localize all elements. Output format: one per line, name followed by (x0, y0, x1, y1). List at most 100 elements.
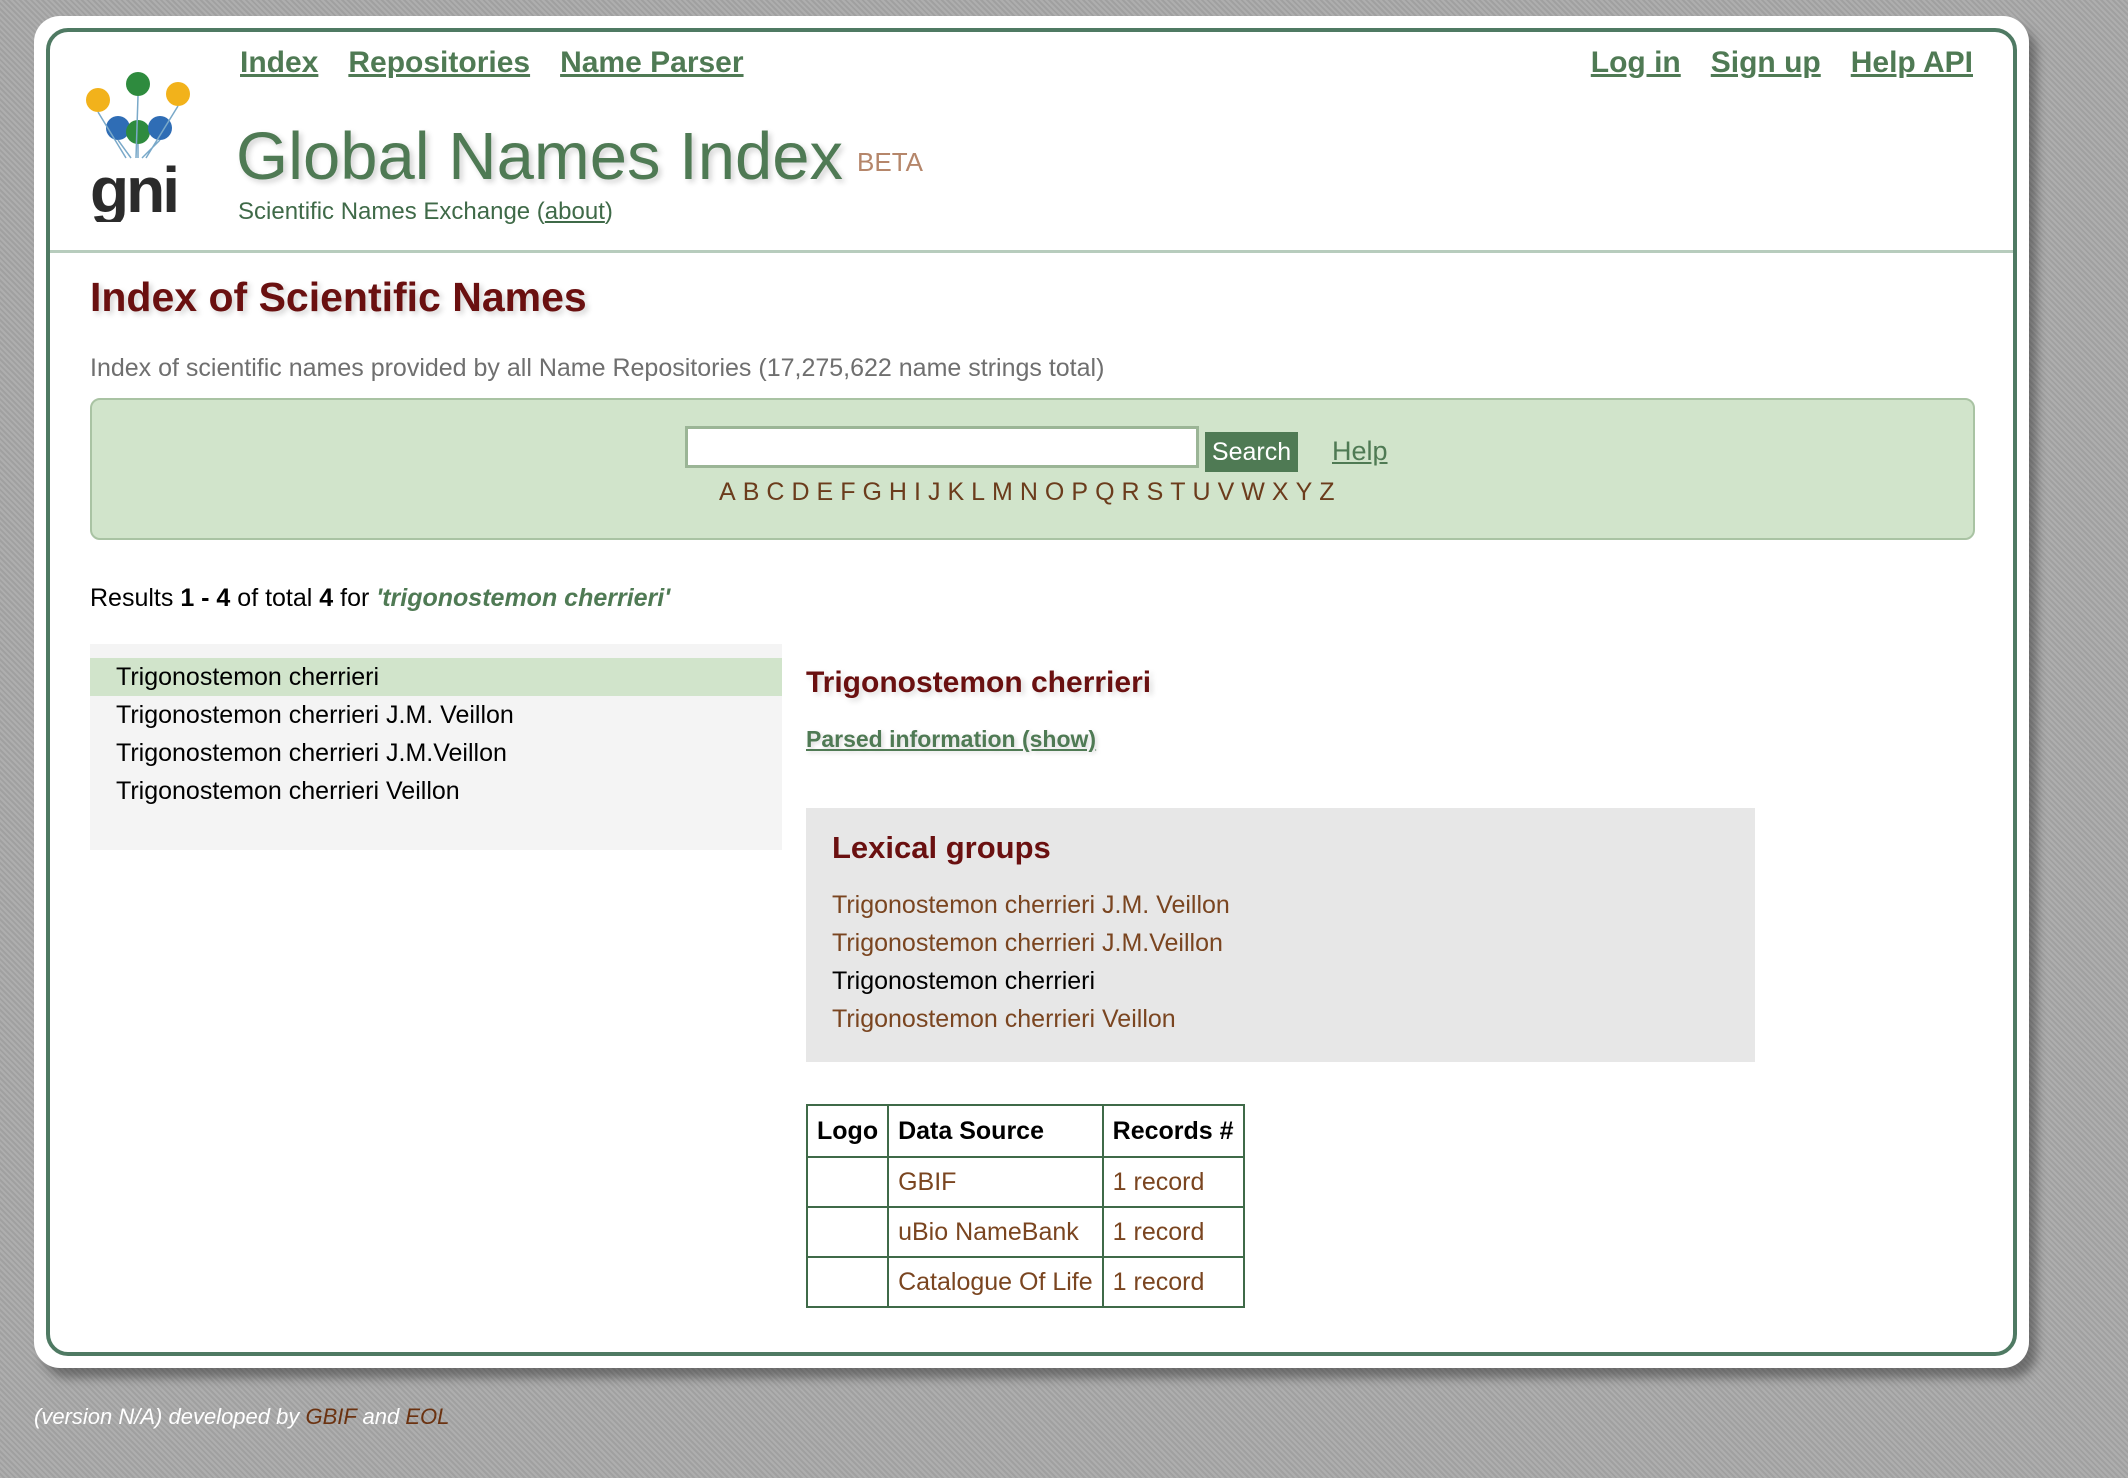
source-logo-cell (805, 1256, 890, 1308)
letter-link-o[interactable]: O (1045, 478, 1065, 506)
source-name-link[interactable]: GBIF (898, 1168, 956, 1196)
footer: (version N/A) developed by GBIF and EOL (34, 1404, 449, 1430)
site-title: Global Names Index BETA (236, 118, 923, 195)
letter-link-y[interactable]: Y (1296, 478, 1314, 506)
tagline: Scientific Names Exchange (about) (238, 198, 613, 226)
logo-dot-1 (86, 88, 110, 112)
logo-balloons (86, 72, 190, 159)
search-button[interactable]: Search (1205, 432, 1298, 472)
header-divider (50, 250, 2013, 253)
gni-logo[interactable]: gni (86, 72, 196, 222)
source-name-cell: uBio NameBank (887, 1206, 1104, 1258)
source-name-link[interactable]: Catalogue Of Life (898, 1268, 1093, 1296)
records-link[interactable]: 1 record (1113, 1168, 1205, 1196)
letter-link-k[interactable]: K (947, 478, 965, 506)
page-title: Index of Scientific Names (90, 274, 587, 320)
source-logo-cell (805, 1156, 890, 1208)
letter-link-v[interactable]: V (1218, 478, 1236, 506)
table-row: Catalogue Of Life 1 record (805, 1256, 1245, 1308)
name-list-item[interactable]: Trigonostemon cherrieri J.M.Veillon (90, 734, 782, 772)
source-name-link[interactable]: uBio NameBank (898, 1218, 1079, 1246)
records-cell: 1 record (1101, 1256, 1245, 1308)
letter-link-a[interactable]: A (719, 478, 737, 506)
letter-link-d[interactable]: D (791, 478, 810, 506)
nav-help-api[interactable]: Help API (1851, 46, 1973, 79)
lexical-group-item[interactable]: Trigonostemon cherrieri J.M. Veillon (832, 886, 1230, 924)
col-logo: Logo (805, 1104, 890, 1158)
letter-link-q[interactable]: Q (1095, 478, 1115, 506)
name-list-item[interactable]: Trigonostemon cherrieri J.M. Veillon (90, 696, 782, 734)
letter-link-p[interactable]: P (1071, 478, 1089, 506)
letter-link-s[interactable]: S (1147, 478, 1165, 506)
primary-nav: Index Repositories Name Parser (240, 46, 774, 80)
name-list-item[interactable]: Trigonostemon cherrieri (90, 658, 782, 696)
source-name-cell: GBIF (887, 1156, 1104, 1208)
lexical-groups-title: Lexical groups (832, 830, 1051, 865)
results-for: for (333, 584, 377, 612)
letter-link-c[interactable]: C (766, 478, 785, 506)
footer-and: and (356, 1404, 406, 1429)
letter-link-z[interactable]: Z (1319, 478, 1335, 506)
letter-link-e[interactable]: E (817, 478, 835, 506)
letter-link-i[interactable]: I (914, 478, 922, 506)
records-cell: 1 record (1101, 1156, 1245, 1208)
letter-link-f[interactable]: F (840, 478, 856, 506)
search-help-link[interactable]: Help (1332, 436, 1388, 467)
logo-text: gni (90, 154, 177, 222)
parsed-info-link[interactable]: Parsed information (show) (806, 726, 1096, 753)
results-prefix: Results (90, 584, 181, 612)
letter-link-m[interactable]: M (992, 478, 1014, 506)
letter-link-w[interactable]: W (1241, 478, 1266, 506)
col-data-source: Data Source (887, 1104, 1104, 1158)
site-title-text: Global Names Index (236, 119, 844, 194)
results-query: 'trigonostemon cherrieri' (376, 584, 671, 612)
nav-repositories[interactable]: Repositories (348, 46, 530, 79)
account-nav: Log in Sign up Help API (1561, 46, 1973, 80)
letter-link-l[interactable]: L (971, 478, 986, 506)
beta-badge: BETA (857, 147, 924, 177)
table-row: GBIF 1 record (805, 1156, 1245, 1208)
letter-link-j[interactable]: J (928, 478, 942, 506)
footer-prefix: (version N/A) developed by (34, 1404, 306, 1429)
lexical-groups-list: Trigonostemon cherrieri J.M. Veillon Trig… (832, 886, 1230, 1038)
lexical-group-item[interactable]: Trigonostemon cherrieri J.M.Veillon (832, 924, 1230, 962)
records-cell: 1 record (1101, 1206, 1245, 1258)
source-name-cell: Catalogue Of Life (887, 1256, 1104, 1308)
search-input[interactable] (685, 426, 1199, 468)
results-range: 1 - 4 (180, 584, 231, 612)
tagline-prefix: Scientific Names Exchange ( (238, 198, 545, 225)
alphabet-index: ABCDEFGHIJKLMNOPQRSTUVWXYZ (719, 478, 1342, 507)
page-subtitle: Index of scientific names provided by al… (90, 354, 1105, 382)
footer-eol-link[interactable]: EOL (405, 1404, 449, 1429)
nav-sign-up[interactable]: Sign up (1711, 46, 1821, 79)
search-panel: Search Help ABCDEFGHIJKLMNOPQRSTUVWXYZ (90, 398, 1975, 540)
letter-link-r[interactable]: R (1122, 478, 1141, 506)
logo-dot-3 (166, 82, 190, 106)
tagline-suffix: ) (604, 198, 613, 225)
letter-link-b[interactable]: B (743, 478, 761, 506)
name-list-item[interactable]: Trigonostemon cherrieri Veillon (90, 772, 782, 810)
lexical-groups-panel: Lexical groups Trigonostemon cherrieri J… (806, 808, 1755, 1062)
table-row: uBio NameBank 1 record (805, 1206, 1245, 1258)
footer-gbif-link[interactable]: GBIF (305, 1404, 356, 1429)
letter-link-t[interactable]: T (1170, 478, 1186, 506)
content-panel: gni Index Repositories Name Parser Log in S… (46, 28, 2017, 1356)
nav-name-parser[interactable]: Name Parser (560, 46, 743, 79)
letter-link-u[interactable]: U (1193, 478, 1212, 506)
col-records: Records # (1101, 1104, 1245, 1158)
records-link[interactable]: 1 record (1113, 1268, 1205, 1296)
logo-dot-5 (126, 120, 150, 144)
nav-index[interactable]: Index (240, 46, 318, 79)
letter-link-n[interactable]: N (1020, 478, 1039, 506)
records-link[interactable]: 1 record (1113, 1218, 1205, 1246)
letter-link-x[interactable]: X (1272, 478, 1290, 506)
lexical-group-item[interactable]: Trigonostemon cherrieri Veillon (832, 1000, 1230, 1038)
letter-link-g[interactable]: G (862, 478, 882, 506)
lexical-group-item: Trigonostemon cherrieri (832, 967, 1096, 995)
letter-link-h[interactable]: H (889, 478, 908, 506)
about-link[interactable]: about (545, 198, 605, 225)
results-mid: of total (230, 584, 320, 612)
nav-log-in[interactable]: Log in (1591, 46, 1681, 79)
logo-dot-4 (106, 116, 130, 140)
results-total: 4 (319, 584, 334, 612)
